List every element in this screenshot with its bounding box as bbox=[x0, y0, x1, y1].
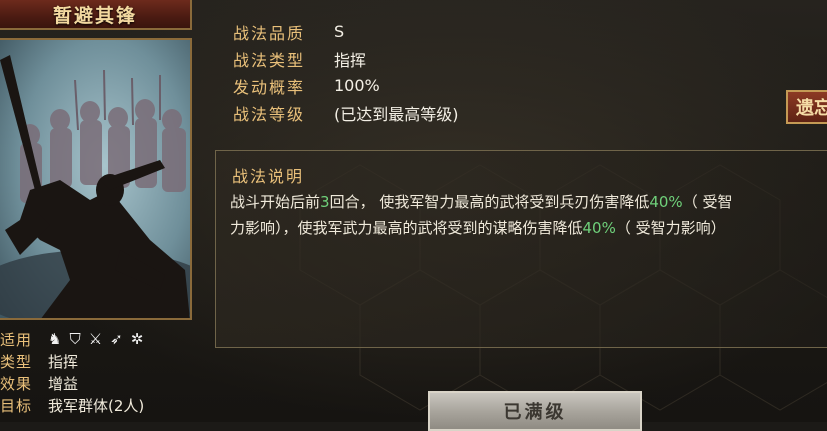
percent-value: 40% bbox=[649, 193, 683, 211]
stat-value: 指挥 bbox=[334, 50, 367, 70]
crossed-swords-icon: ⚔ bbox=[88, 329, 103, 348]
stat-value: S bbox=[334, 22, 345, 41]
bow-icon: ➶ bbox=[110, 329, 123, 348]
stat-trigger-rate: 发动概率 100% bbox=[233, 72, 459, 99]
cavalry-icon: ♞ bbox=[48, 329, 62, 348]
wheel-icon: ✲ bbox=[130, 329, 144, 348]
applicable-label: 适用 bbox=[0, 330, 33, 349]
applicable-row: 适用 ♞ ⛉ ⚔ ➶ ✲ bbox=[0, 328, 200, 350]
skill-stats: 战法品质 S 战法类型 指挥 发动概率 100% 战法等级 (已达到最高等级) bbox=[233, 18, 459, 126]
shield-icon: ⛉ bbox=[69, 329, 81, 348]
stat-level: 战法等级 (已达到最高等级) bbox=[233, 99, 459, 126]
stat-value: 100% bbox=[334, 76, 380, 95]
target-label: 目标 bbox=[0, 396, 33, 415]
target-row: 目标 我军群体(2人) bbox=[0, 394, 200, 416]
description-line-2: 力影响），使我军武力最高的武将受到的谋略伤害降低40%（ 受智力影响） bbox=[230, 219, 726, 237]
forget-button[interactable]: 遗忘 bbox=[786, 90, 827, 124]
target-value: 我军群体(2人) bbox=[48, 396, 145, 415]
stat-quality: 战法品质 S bbox=[233, 18, 459, 45]
skill-portrait bbox=[0, 38, 192, 320]
stat-type: 战法类型 指挥 bbox=[233, 45, 459, 72]
max-level-label: 已满级 bbox=[503, 402, 567, 423]
max-level-button[interactable]: 已满级 bbox=[428, 391, 642, 431]
forget-button-label: 遗忘 bbox=[796, 98, 827, 119]
description-line-1: 战斗开始后前3回合， 使我军智力最高的武将受到兵刃伤害降低40%（ 受智 bbox=[230, 193, 733, 211]
effect-value: 增益 bbox=[48, 374, 79, 393]
percent-value: 40% bbox=[582, 219, 616, 237]
description-heading: 战法说明 bbox=[232, 167, 305, 186]
effect-label: 效果 bbox=[0, 374, 33, 393]
stat-value: (已达到最高等级) bbox=[334, 104, 459, 124]
type-row: 类型 指挥 bbox=[0, 350, 200, 372]
applicable-icons: ♞ ⛉ ⚔ ➶ ✲ bbox=[48, 329, 144, 348]
stat-label: 发动概率 bbox=[233, 77, 306, 97]
type-value: 指挥 bbox=[48, 352, 79, 371]
skill-description-panel: 战法说明 战斗开始后前3回合， 使我军智力最高的武将受到兵刃伤害降低40%（ 受… bbox=[215, 150, 827, 348]
type-label: 类型 bbox=[0, 352, 33, 371]
skill-meta: 适用 ♞ ⛉ ⚔ ➶ ✲ 类型 指挥 效果 增益 目标 我军群体(2人) bbox=[0, 328, 200, 416]
turns-value: 3 bbox=[320, 193, 330, 211]
stat-label: 战法品质 bbox=[233, 23, 306, 43]
stat-label: 战法等级 bbox=[233, 104, 306, 124]
stat-label: 战法类型 bbox=[233, 50, 306, 70]
description-text: 战斗开始后前3回合， 使我军智力最高的武将受到兵刃伤害降低40%（ 受智 力影响… bbox=[230, 189, 827, 241]
skill-title-bar: 暂避其锋 bbox=[0, 0, 192, 30]
effect-row: 效果 增益 bbox=[0, 372, 200, 394]
skill-title: 暂避其锋 bbox=[52, 4, 137, 27]
